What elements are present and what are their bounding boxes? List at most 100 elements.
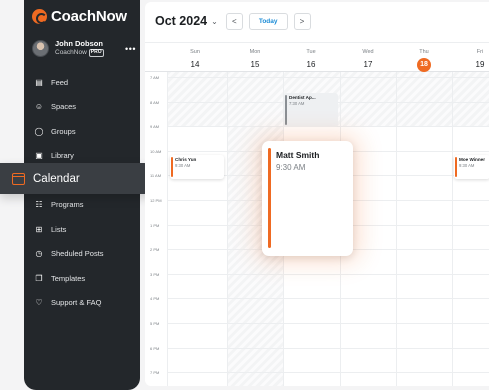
sidebar-item-groups[interactable]: ◯ Groups bbox=[24, 119, 140, 144]
sidebar-item-support-faq[interactable]: ♡ Support & FAQ bbox=[24, 291, 140, 316]
sidebar-item-label: Feed bbox=[51, 77, 69, 87]
groups-icon: ◯ bbox=[34, 126, 44, 136]
time-label: 7 AM bbox=[150, 75, 160, 80]
brand-name: CoachNow bbox=[51, 8, 127, 25]
month-label[interactable]: Oct 2024 bbox=[155, 14, 207, 28]
time-label: 2 PM bbox=[150, 247, 160, 253]
featured-event-card[interactable]: Matt Smith 9:30 AM bbox=[262, 141, 353, 256]
time-label: 9 AM bbox=[150, 124, 160, 130]
time-label: 12 PM bbox=[150, 198, 162, 203]
sidebar-item-label: Templates bbox=[51, 273, 86, 283]
day-name: Tue bbox=[306, 49, 316, 55]
prev-week-button[interactable]: < bbox=[225, 12, 243, 30]
calendar-toolbar: Oct 2024 ⌄ < Today > bbox=[145, 2, 489, 40]
calendar-event[interactable]: Chris Yun 9:30 AM bbox=[170, 155, 224, 179]
profile-plan: CoachNow bbox=[55, 49, 87, 57]
sidebar-item-label: Calendar bbox=[33, 172, 80, 185]
sidebar-item-label: Lists bbox=[51, 224, 67, 234]
spaces-icon: ☺ bbox=[34, 102, 44, 112]
sidebar-item-label: Sheduled Posts bbox=[51, 249, 104, 259]
hour-gridline bbox=[167, 77, 489, 78]
time-label: 4 PM bbox=[150, 296, 160, 302]
sidebar-item-label: Groups bbox=[51, 126, 76, 136]
day-number: 14 bbox=[190, 60, 200, 69]
calendar-icon bbox=[12, 172, 25, 185]
brand-logo[interactable]: CoachNow bbox=[32, 8, 127, 25]
day-name: Thu bbox=[419, 49, 429, 55]
day-column-divider bbox=[396, 72, 397, 386]
feed-icon: ▤ bbox=[35, 77, 43, 87]
sidebar-item-label: Library bbox=[51, 151, 74, 161]
chevron-down-icon[interactable]: ⌄ bbox=[211, 17, 218, 26]
time-label: 6 PM bbox=[150, 345, 160, 351]
hour-gridline bbox=[167, 347, 489, 349]
featured-event-title: Matt Smith bbox=[276, 150, 320, 160]
more-options-icon[interactable]: ••• bbox=[125, 44, 136, 54]
profile-subtitle: CoachNow PRO bbox=[55, 48, 104, 57]
time-label: 11 AM bbox=[150, 173, 162, 179]
sidebar-item-spaces[interactable]: ☺ Spaces bbox=[24, 95, 140, 120]
time-label: 5 PM bbox=[150, 321, 160, 326]
event-accent-bar bbox=[171, 157, 173, 177]
support-icon: ♡ bbox=[35, 298, 43, 308]
sidebar-item-programs[interactable]: ☷ Programs bbox=[24, 193, 140, 218]
sidebar-item-label: Spaces bbox=[51, 102, 77, 112]
scheduled-posts-icon: ◷ bbox=[35, 249, 43, 259]
pro-badge: PRO bbox=[88, 48, 104, 57]
calendar-event[interactable]: Dentist Ap... 7:30 AM bbox=[284, 93, 338, 127]
time-label: 3 PM bbox=[150, 271, 160, 277]
day-header-mon[interactable]: Mon 15 bbox=[227, 49, 283, 72]
time-label: 7 PM bbox=[150, 370, 160, 376]
sidebar-item-label: Programs bbox=[51, 200, 84, 210]
day-header-wed[interactable]: Wed 17 bbox=[340, 49, 396, 72]
hour-gridline bbox=[167, 273, 489, 275]
calendar-event[interactable]: Moe Winner 9:30 AM bbox=[454, 155, 489, 179]
event-accent-bar bbox=[268, 148, 271, 248]
event-time: 9:30 AM bbox=[459, 163, 475, 168]
day-name: Fri bbox=[476, 49, 484, 55]
time-label: 1 PM bbox=[150, 222, 160, 228]
user-profile[interactable]: John Dobson CoachNow PRO ••• bbox=[32, 40, 136, 57]
sidebar-item-lists[interactable]: ⊞ Lists bbox=[24, 217, 140, 242]
day-number: 15 bbox=[250, 60, 260, 69]
today-button[interactable]: Today bbox=[248, 12, 288, 30]
day-name: Sun bbox=[190, 49, 200, 55]
coachnow-logo-icon bbox=[32, 9, 47, 24]
sidebar-item-sheduled-posts[interactable]: ◷ Sheduled Posts bbox=[24, 242, 140, 267]
day-header-sun[interactable]: Sun 14 bbox=[167, 49, 223, 72]
next-week-button[interactable]: > bbox=[293, 12, 311, 30]
event-title: Dentist Ap... bbox=[289, 95, 316, 100]
event-accent-bar bbox=[455, 157, 457, 177]
day-header-thu[interactable]: Thu 18 bbox=[396, 49, 452, 72]
app-window: CoachNow John Dobson CoachNow PRO ••• ▤ F… bbox=[0, 0, 489, 390]
sidebar-item-calendar-active[interactable]: Calendar bbox=[0, 163, 152, 194]
event-time: 7:30 AM bbox=[289, 101, 305, 106]
sidebar-item-label: Support & FAQ bbox=[51, 298, 102, 308]
programs-icon: ☷ bbox=[35, 200, 43, 210]
hour-gridline bbox=[167, 323, 489, 324]
hour-gridline bbox=[167, 372, 489, 374]
sidebar-item-templates[interactable]: ❐ Templates bbox=[24, 266, 140, 291]
sidebar: CoachNow John Dobson CoachNow PRO ••• ▤ F… bbox=[24, 0, 140, 390]
day-number: 19 bbox=[475, 60, 485, 69]
profile-text: John Dobson CoachNow PRO bbox=[55, 39, 104, 57]
day-header-fri[interactable]: Fri 19 bbox=[452, 49, 489, 72]
lists-icon: ⊞ bbox=[35, 224, 43, 234]
profile-name: John Dobson bbox=[55, 39, 103, 49]
day-column-divider bbox=[167, 72, 168, 386]
hour-gridline bbox=[167, 298, 489, 300]
day-name: Wed bbox=[362, 49, 374, 55]
sidebar-item-feed[interactable]: ▤ Feed bbox=[24, 70, 140, 95]
week-day-header: Sun 14 Mon 15 Tue 16 Wed 17 Thu 18 Fri 19 bbox=[145, 42, 489, 72]
time-label: 8 AM bbox=[150, 99, 160, 105]
event-time: 9:30 AM bbox=[175, 163, 191, 168]
day-number: 16 bbox=[306, 60, 316, 69]
avatar bbox=[32, 40, 49, 57]
day-column-divider bbox=[227, 72, 228, 386]
day-header-tue[interactable]: Tue 16 bbox=[283, 49, 339, 72]
day-name: Mon bbox=[249, 49, 261, 55]
featured-event-time: 9:30 AM bbox=[276, 163, 306, 172]
day-number: 17 bbox=[363, 60, 373, 69]
time-label: 10 AM bbox=[150, 148, 162, 154]
library-icon: ▣ bbox=[35, 151, 43, 161]
